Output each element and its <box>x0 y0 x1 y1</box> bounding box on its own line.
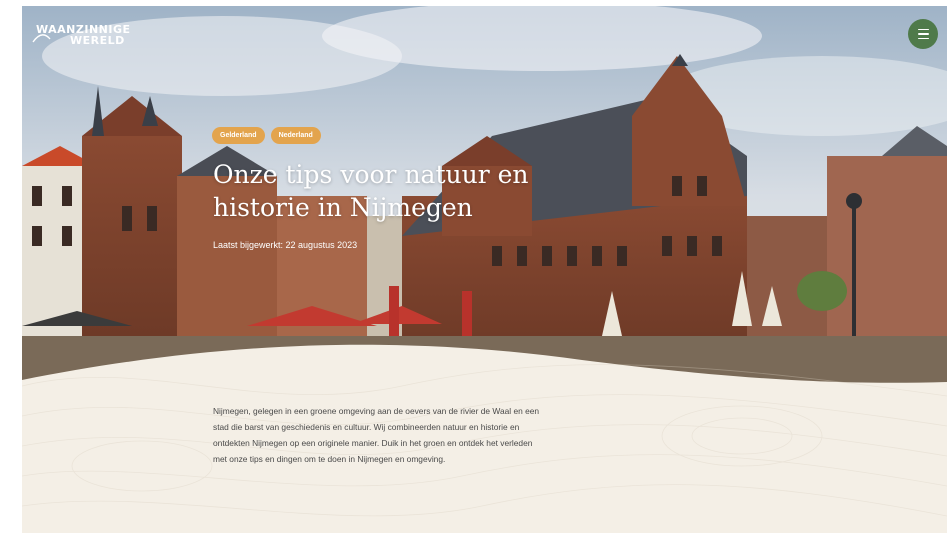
menu-button[interactable] <box>908 19 938 49</box>
site-logo[interactable]: WAANZINNIGE WERELD <box>32 24 131 47</box>
page-frame: WAANZINNIGE WERELD Gelderland Nederland … <box>22 6 947 533</box>
tag-nederland[interactable]: Nederland <box>270 127 321 144</box>
hamburger-menu-icon <box>917 28 929 31</box>
page-title: Onze tips voor natuur en historie in Nij… <box>213 160 529 222</box>
hero-image: WAANZINNIGE WERELD Gelderland Nederland … <box>22 6 947 386</box>
hamburger-menu-icon <box>917 33 929 35</box>
intro-paragraph: Nijmegen, gelegen in een groene omgeving… <box>213 406 540 464</box>
logo-line-2: WERELD <box>70 34 125 47</box>
hamburger-menu-icon <box>917 37 929 40</box>
logo-swoosh-icon <box>32 34 51 43</box>
tag-gelderland[interactable]: Gelderland <box>212 127 265 144</box>
tag-list: Gelderland Nederland <box>212 127 321 144</box>
last-updated-date: Laatst bijgewerkt: 22 augustus 2023 <box>213 240 358 250</box>
